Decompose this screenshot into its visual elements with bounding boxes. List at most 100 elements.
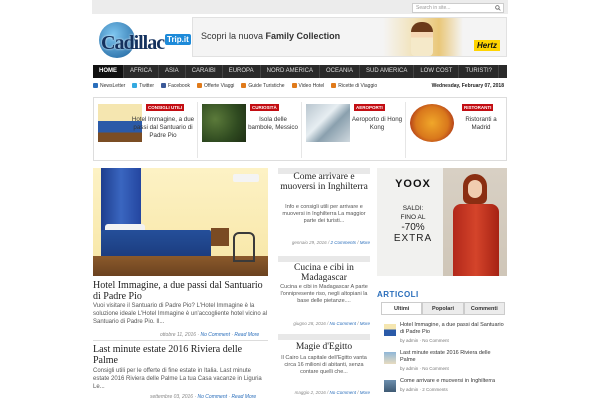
- post-excerpt: Vuoi visitare il Santuario di Padre Pio?…: [93, 303, 268, 325]
- post-meta: ottobre 11, 2016 · No Comment · Read Mor…: [160, 332, 260, 338]
- post-date: gennaio 29, 2016 /: [291, 240, 331, 245]
- featured-tag[interactable]: Ristoranti: [462, 104, 494, 111]
- post-excerpt: Cucina e cibi in Madagascar A parte l'on…: [280, 284, 368, 304]
- link-offerte-viaggi[interactable]: Offerte Viaggi: [197, 83, 234, 89]
- read-more-link[interactable]: More: [360, 321, 370, 326]
- articoli-tabs: Ultimi Popolari Commenti: [381, 302, 505, 315]
- link-ricette-di-viaggio[interactable]: Ricette di Viaggio: [331, 83, 377, 89]
- search-icon[interactable]: [495, 5, 501, 11]
- post-title[interactable]: Last minute estate 2016 Riviera delle Pa…: [93, 344, 268, 366]
- featured-thumbnail[interactable]: [306, 104, 350, 142]
- article-meta: by admin · 2 Comments: [400, 387, 448, 392]
- article-title[interactable]: Come arrivare e muoversi in Inghilterra: [400, 378, 504, 385]
- tab-popolari[interactable]: Popolari: [422, 302, 464, 314]
- rss-icon: [331, 83, 337, 88]
- read-more-link[interactable]: More: [360, 390, 370, 395]
- search-input[interactable]: Search in site...: [412, 3, 504, 13]
- hertz-banner-ad[interactable]: Scopri la nuova Family Collection Hertz: [192, 17, 507, 57]
- list-item[interactable]: Hotel Immagine, a due passi dal Santuari…: [384, 322, 506, 348]
- article-title[interactable]: Last minute estate 2016 Riviera delle Pa…: [400, 350, 504, 364]
- post-divider: [93, 340, 268, 341]
- post-comments-link[interactable]: No Comment: [201, 332, 230, 338]
- yoox-banner-ad[interactable]: YOOX SALDI: FINO AL -70% EXTRA: [377, 168, 507, 276]
- article-thumbnail[interactable]: [384, 324, 396, 336]
- nav-asia[interactable]: Asia: [159, 65, 186, 78]
- hertz-logo: Hertz: [473, 40, 500, 51]
- list-item[interactable]: Come arrivare e muoversi in Inghilterra …: [384, 378, 506, 400]
- featured-card[interactable]: Consigli utili Hotel Immagine, a due pas…: [96, 100, 196, 160]
- newsletter-icon: [93, 83, 98, 88]
- featured-title[interactable]: Isola delle bambole, Messico: [246, 116, 300, 132]
- rss-icon: [197, 83, 202, 88]
- nav-home[interactable]: Home: [93, 65, 124, 78]
- nav-turisti[interactable]: Turisti?: [459, 65, 500, 78]
- featured-card[interactable]: Aeroporti Aeroporto di Hong Kong: [304, 100, 404, 160]
- current-date: Wednesday, February 07, 2018: [431, 82, 504, 89]
- column-divider: [278, 256, 370, 262]
- featured-divider: [197, 102, 198, 158]
- articoli-heading: ARTICOLI: [377, 290, 419, 299]
- site-logo[interactable]: Cadillac Trip.it: [95, 18, 191, 63]
- featured-tag[interactable]: Aeroporti: [354, 104, 385, 111]
- article-thumbnail[interactable]: [384, 380, 396, 392]
- post-comments-link[interactable]: No Comment: [198, 394, 227, 400]
- article-thumbnail[interactable]: [384, 352, 396, 364]
- featured-tag[interactable]: Consigli utili: [146, 104, 185, 111]
- post-excerpt: Consigli utili per le offerte di fine es…: [93, 368, 262, 390]
- featured-title[interactable]: Aeroporto di Hong Kong: [350, 116, 404, 132]
- post-excerpt: Info e consigli utili per arrivare e muo…: [282, 204, 366, 224]
- featured-title[interactable]: Hotel Immagine, a due passi dal Santuari…: [130, 116, 196, 140]
- yoox-logo: YOOX: [395, 178, 431, 190]
- link-twitter[interactable]: Twitter: [132, 83, 154, 89]
- link-guide-turistiche[interactable]: Guide Turistiche: [241, 83, 285, 89]
- rss-icon: [241, 83, 247, 88]
- read-more-link[interactable]: Read More: [234, 332, 259, 338]
- post-meta: maggio 2, 2016 / No Comment / More: [294, 390, 370, 395]
- tab-ultimi[interactable]: Ultimi: [381, 302, 423, 314]
- read-more-link[interactable]: Read More: [231, 394, 256, 400]
- nav-sud-america[interactable]: Sud America: [360, 65, 415, 78]
- post-title[interactable]: Magie d'Egitto: [278, 342, 370, 352]
- link-video-hotel[interactable]: Video Hotel: [291, 83, 324, 89]
- main-nav: Home Africa Asia Caraibi Europa Nord Ame…: [93, 65, 507, 78]
- post-meta: giugno 28, 2016 / No Comment / More: [293, 321, 370, 326]
- featured-divider: [405, 102, 406, 158]
- post-date: maggio 2, 2016 /: [294, 390, 330, 395]
- secondary-links: NewsLetter Twitter Facebook Offerte Viag…: [93, 80, 507, 91]
- search-placeholder: Search in site...: [416, 5, 451, 11]
- nav-oceania[interactable]: Oceania: [320, 65, 360, 78]
- post-title[interactable]: Come arrivare e muoversi in Inghilterra: [278, 172, 370, 192]
- featured-thumbnail[interactable]: [202, 104, 246, 142]
- nav-europa[interactable]: Europa: [223, 65, 261, 78]
- ad-saldi-text: SALDI: FINO AL: [400, 205, 426, 221]
- featured-thumbnail[interactable]: [410, 104, 454, 142]
- ad-discount: -70%: [401, 222, 425, 233]
- hotel-room-image[interactable]: [93, 168, 268, 276]
- post-title[interactable]: Hotel Immagine, a due passi dal Santuari…: [93, 280, 268, 302]
- banner-text: Scopri la nuova Family Collection: [201, 31, 341, 41]
- featured-card[interactable]: Ristoranti Ristoranti a Madrid: [408, 100, 506, 160]
- post-date: settembre 03, 2016 ·: [150, 394, 198, 400]
- link-newsletter[interactable]: NewsLetter: [93, 83, 125, 89]
- logo-badge: Trip.it: [165, 34, 191, 45]
- nav-nord-america[interactable]: Nord America: [261, 65, 320, 78]
- post-excerpt: Il Cairo La capitale dell'Egitto vanta c…: [281, 355, 367, 375]
- twitter-icon: [132, 83, 138, 88]
- tab-commenti[interactable]: Commenti: [463, 302, 505, 314]
- post-title[interactable]: Cucina e cibi in Madagascar: [278, 263, 370, 283]
- article-title[interactable]: Hotel Immagine, a due passi dal Santuari…: [400, 322, 504, 336]
- list-item[interactable]: Last minute estate 2016 Riviera delle Pa…: [384, 350, 506, 376]
- link-facebook[interactable]: Facebook: [161, 83, 190, 89]
- nav-low-cost[interactable]: Low Cost: [414, 65, 460, 78]
- featured-title[interactable]: Ristoranti a Madrid: [456, 116, 506, 132]
- post-date: giugno 28, 2016 /: [293, 321, 330, 326]
- logo-word: Cadillac: [101, 32, 165, 54]
- post-comments-link[interactable]: No Comment: [329, 321, 356, 326]
- nav-caraibi[interactable]: Caraibi: [186, 65, 223, 78]
- read-more-link[interactable]: More: [360, 240, 370, 245]
- featured-card[interactable]: Curiosità Isola delle bambole, Messico: [200, 100, 300, 160]
- featured-tag[interactable]: Curiosità: [250, 104, 279, 111]
- post-comments-link[interactable]: No Comment: [329, 390, 356, 395]
- post-comments-link[interactable]: 2 Comments: [330, 240, 356, 245]
- nav-africa[interactable]: Africa: [124, 65, 160, 78]
